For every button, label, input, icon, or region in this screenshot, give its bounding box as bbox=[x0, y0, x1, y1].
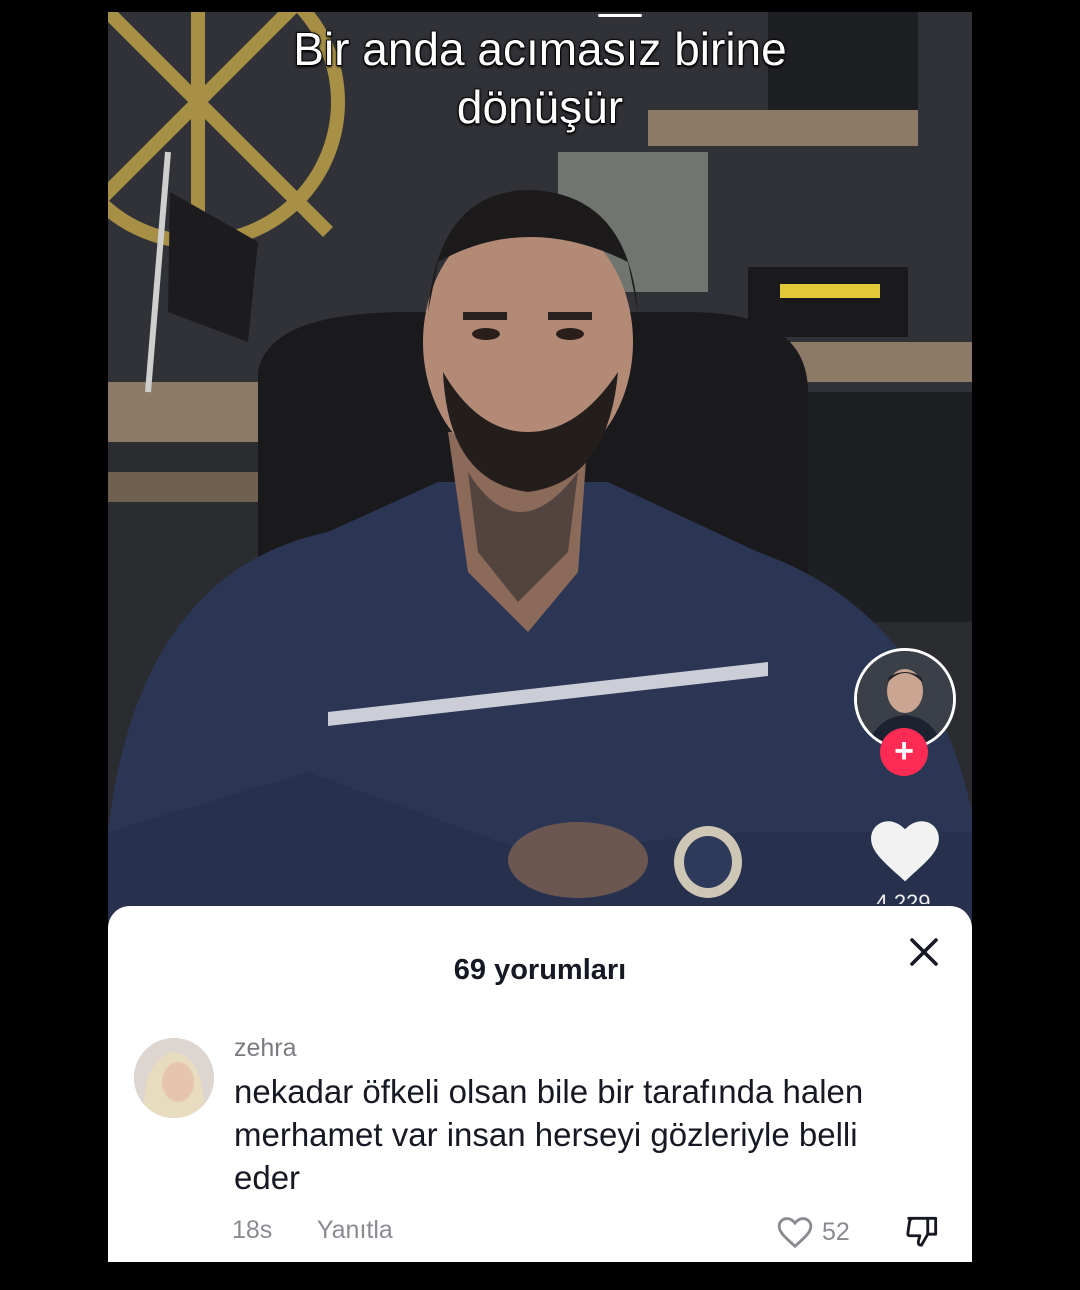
comment-time: 18s bbox=[232, 1216, 273, 1244]
caption-line-1: Bir anda acımasız birine bbox=[292, 22, 787, 76]
comment-avatar-image bbox=[134, 1038, 214, 1118]
plus-icon: + bbox=[894, 732, 914, 770]
close-icon[interactable] bbox=[906, 934, 942, 970]
like-count: 4.229 bbox=[875, 890, 931, 904]
follow-button[interactable]: + bbox=[880, 728, 928, 776]
caption-line-2: dönüşür bbox=[456, 80, 624, 134]
comment-like-count: 52 bbox=[822, 1218, 850, 1246]
comment-meta: 18s Yanıtla bbox=[232, 1216, 431, 1245]
video-player[interactable]: Bir anda acımasız birine dönüşür + 4.229 bbox=[108, 12, 972, 922]
comment-username[interactable]: zehra bbox=[234, 1034, 297, 1063]
heart-outline-icon[interactable] bbox=[776, 1214, 814, 1250]
comment-avatar[interactable] bbox=[134, 1038, 214, 1118]
video-caption: Bir anda acımasız birine dönüşür bbox=[108, 20, 972, 136]
comments-sheet: 69 yorumları zehra nekadar öfkeli olsan … bbox=[108, 906, 972, 1262]
video-frame-image bbox=[108, 12, 972, 922]
thumbs-down-icon[interactable] bbox=[904, 1212, 942, 1250]
comments-title: 69 yorumları bbox=[453, 954, 627, 986]
status-indicator bbox=[598, 14, 642, 17]
comment-text: nekadar öfkeli olsan bile bir tarafında … bbox=[234, 1073, 864, 1196]
reply-button[interactable]: Yanıtla bbox=[317, 1216, 393, 1244]
screenshot-frame: Bir anda acımasız birine dönüşür + 4.229… bbox=[108, 12, 972, 1262]
heart-icon[interactable] bbox=[868, 814, 942, 884]
